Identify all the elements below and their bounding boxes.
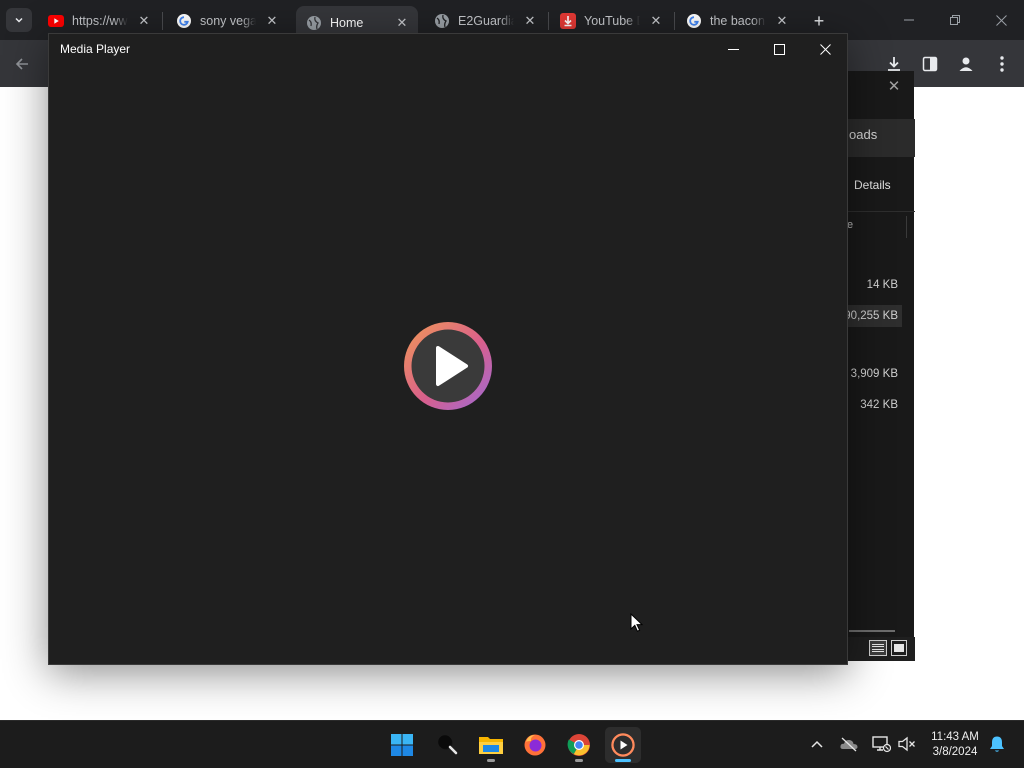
- file-size[interactable]: 342 KB: [860, 399, 898, 411]
- media-player-button[interactable]: [605, 727, 641, 763]
- details-view-icon[interactable]: [869, 640, 887, 656]
- back-button[interactable]: [10, 52, 34, 76]
- profile-icon: [959, 57, 973, 71]
- globe-icon: [306, 15, 322, 31]
- close-tab-icon[interactable]: ✕: [522, 13, 538, 29]
- google-icon: [686, 13, 702, 29]
- downloads-header: oads: [849, 127, 878, 142]
- show-hidden-icons-button[interactable]: [806, 733, 828, 755]
- file-explorer-button[interactable]: [473, 727, 509, 763]
- more-vertical-icon: [1000, 56, 1004, 72]
- tab-title: YouTube D: [584, 14, 640, 28]
- download-app-icon: [560, 13, 576, 29]
- system-clock[interactable]: 11:43 AM 3/8/2024: [922, 730, 988, 760]
- tab-title: E2Guardia: [458, 14, 514, 28]
- volume-button[interactable]: [896, 733, 918, 755]
- running-indicator: [575, 759, 583, 762]
- clock-date: 3/8/2024: [932, 746, 978, 758]
- browser-menu-button[interactable]: [990, 52, 1014, 76]
- network-disconnected-icon: [872, 736, 891, 753]
- clock-time: 11:43 AM: [931, 731, 979, 743]
- downloads-close-button[interactable]: ✕: [883, 75, 905, 97]
- browser-close-button[interactable]: [986, 8, 1016, 32]
- chevron-down-icon: [15, 17, 23, 23]
- arrow-left-icon: [15, 58, 28, 70]
- details-tab[interactable]: Details: [854, 178, 891, 192]
- network-button[interactable]: [870, 733, 892, 755]
- browser-minimize-button[interactable]: [894, 8, 924, 32]
- minimize-icon: [904, 19, 914, 21]
- file-size-selected[interactable]: 90,255 KB: [840, 305, 902, 327]
- google-icon: [176, 13, 192, 29]
- chrome-button[interactable]: [561, 727, 597, 763]
- volume-muted-icon: [898, 736, 915, 752]
- minimize-icon: [727, 48, 739, 50]
- column-separator[interactable]: [906, 216, 907, 238]
- browser-tab[interactable]: sony vega ✕: [166, 6, 288, 36]
- media-player-window: Media Player: [48, 33, 848, 665]
- search-icon: [438, 735, 458, 755]
- youtube-icon: [48, 13, 64, 29]
- onedrive-button[interactable]: [838, 733, 860, 755]
- maximize-icon: [773, 43, 785, 55]
- side-panel-icon: [922, 56, 938, 72]
- windows-start-icon: [391, 734, 413, 756]
- firefox-button[interactable]: [517, 727, 553, 763]
- tab-title: sony vega: [200, 14, 256, 28]
- notifications-button[interactable]: [986, 733, 1008, 755]
- media-player-icon: [611, 733, 635, 757]
- new-tab-button[interactable]: +: [808, 10, 830, 32]
- minimize-button[interactable]: [713, 37, 753, 61]
- close-tab-icon[interactable]: ✕: [394, 15, 410, 31]
- search-button[interactable]: [430, 727, 466, 763]
- close-icon: [819, 43, 831, 55]
- close-button[interactable]: [805, 37, 845, 61]
- browser-tab[interactable]: the bacon ✕: [676, 6, 798, 36]
- tab-title: https://ww: [72, 14, 128, 28]
- chevron-up-icon: [811, 740, 823, 748]
- file-explorer-icon: [479, 737, 503, 754]
- browser-tab[interactable]: YouTube D ✕: [550, 6, 672, 36]
- close-tab-icon[interactable]: ✕: [136, 13, 152, 29]
- maximize-button[interactable]: [759, 37, 799, 61]
- cloud-off-icon: [840, 737, 858, 752]
- browser-restore-button[interactable]: [940, 8, 970, 32]
- profile-button[interactable]: [954, 52, 978, 76]
- firefox-icon: [524, 734, 546, 756]
- bell-icon: [990, 736, 1004, 752]
- browser-tab[interactable]: E2Guardia ✕: [424, 6, 546, 36]
- tiles-view-icon[interactable]: [891, 640, 907, 656]
- side-panel-button[interactable]: [918, 52, 942, 76]
- active-indicator: [615, 759, 631, 762]
- file-size[interactable]: 14 KB: [867, 279, 898, 291]
- tab-separator: [162, 12, 163, 30]
- tab-separator: [548, 12, 549, 30]
- file-size[interactable]: 3,909 KB: [851, 368, 898, 380]
- globe-icon: [434, 13, 450, 29]
- tab-title: Home: [330, 16, 364, 30]
- play-button[interactable]: [399, 317, 497, 415]
- horizontal-scrollbar[interactable]: [849, 630, 895, 632]
- taskbar: 11:43 AM 3/8/2024: [0, 720, 1024, 768]
- window-title: Media Player: [60, 42, 131, 56]
- tab-search-button[interactable]: [6, 8, 32, 32]
- close-tab-icon[interactable]: ✕: [648, 13, 664, 29]
- tab-title: the bacon: [710, 14, 765, 28]
- restore-icon: [950, 15, 960, 25]
- close-tab-icon[interactable]: ✕: [774, 13, 790, 29]
- browser-tab[interactable]: https://ww ✕: [38, 6, 160, 36]
- mouse-cursor-icon: [630, 613, 644, 632]
- running-indicator: [487, 759, 495, 762]
- close-icon: [995, 14, 1007, 26]
- close-tab-icon[interactable]: ✕: [264, 13, 280, 29]
- play-icon: [404, 322, 492, 410]
- chrome-icon: [567, 734, 590, 756]
- tab-separator: [674, 12, 675, 30]
- start-button[interactable]: [384, 727, 420, 763]
